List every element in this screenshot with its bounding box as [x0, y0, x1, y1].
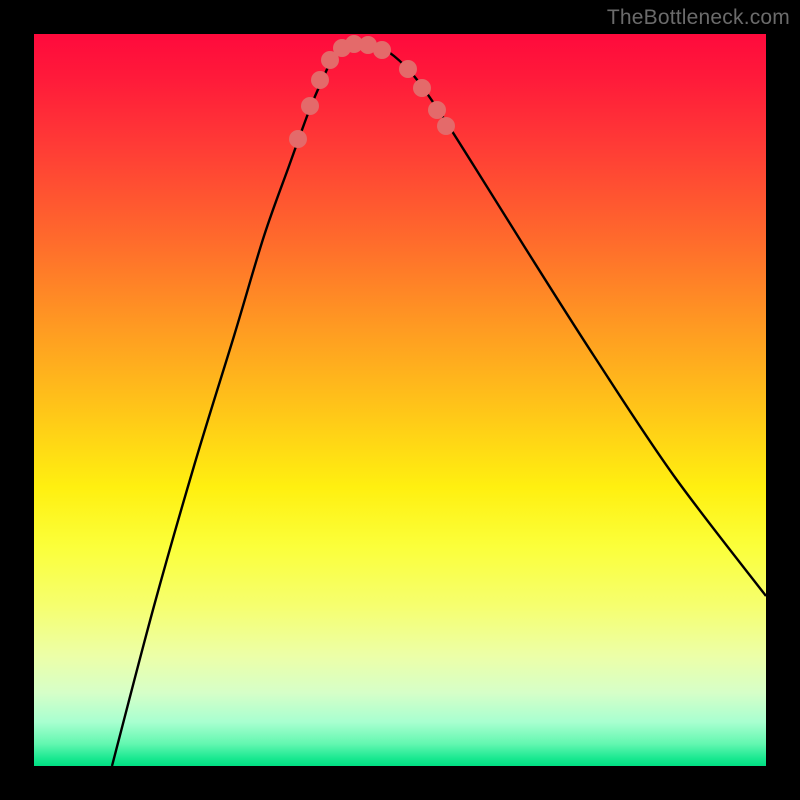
curve-marker: [373, 41, 391, 59]
bottleneck-curve: [112, 44, 766, 766]
curve-marker: [289, 130, 307, 148]
curve-markers: [289, 35, 455, 148]
curve-marker: [301, 97, 319, 115]
curve-marker: [311, 71, 329, 89]
chart-frame: TheBottleneck.com: [0, 0, 800, 800]
chart-svg: [34, 34, 766, 766]
curve-marker: [428, 101, 446, 119]
watermark-text: TheBottleneck.com: [607, 6, 790, 30]
curve-marker: [399, 60, 417, 78]
chart-plot-area: [34, 34, 766, 766]
curve-marker: [437, 117, 455, 135]
curve-marker: [413, 79, 431, 97]
